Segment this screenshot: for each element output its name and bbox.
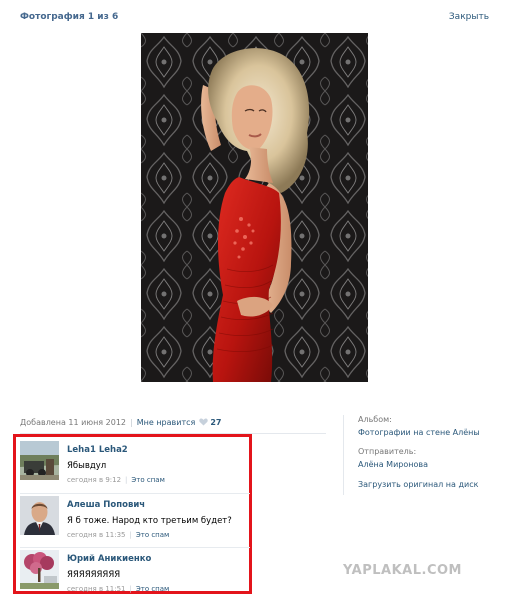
avatar[interactable] (20, 496, 59, 535)
comment-footer: сегодня в 11:51 | Это спам (67, 585, 169, 593)
report-spam-link[interactable]: Это спам (136, 531, 169, 539)
comments-highlight-box: Leha1 Leha2 Ябывдул сегодня в 9:12 | Это с… (13, 434, 252, 594)
comment-item: Leha1 Leha2 Ябывдул сегодня в 9:12 | Это с… (20, 441, 244, 493)
comment-footer: сегодня в 9:12 | Это спам (67, 476, 165, 484)
watermark: YAPLAKAL.COM (343, 563, 462, 578)
comment-author[interactable]: Leha1 Leha2 (67, 445, 128, 455)
close-link[interactable]: Закрыть (449, 12, 489, 22)
photo-woman-red-dress (141, 33, 368, 382)
album-info: Альбом: Фотографии на стене Алёны (358, 415, 480, 437)
heart-icon[interactable] (199, 418, 209, 428)
comment-footer: сегодня в 11:35 | Это спам (67, 531, 169, 539)
sender-info: Отправитель: Алёна Миронова (358, 447, 428, 469)
meta-separator: | (130, 418, 133, 427)
sender-link[interactable]: Алёна Миронова (358, 460, 428, 469)
album-label: Альбом: (358, 415, 392, 424)
comment-time[interactable]: сегодня в 11:35 (67, 531, 126, 539)
avatar[interactable] (20, 550, 59, 589)
comment-time[interactable]: сегодня в 11:51 (67, 585, 126, 593)
comment-text: Я б тоже. Народ кто третьим будет? (67, 516, 232, 526)
report-spam-link[interactable]: Это спам (136, 585, 169, 593)
comment-text: ЯЯЯЯЯЯЯЯЯ (67, 570, 121, 580)
comment-item: Алеша Попович Я б тоже. Народ кто третьи… (20, 493, 250, 548)
comment-time[interactable]: сегодня в 9:12 (67, 476, 121, 484)
comment-author[interactable]: Алеша Попович (67, 500, 145, 510)
sidebar-divider (343, 415, 344, 495)
avatar[interactable] (20, 441, 59, 480)
like-button[interactable]: Мне нравится (137, 418, 196, 427)
download-original-link[interactable]: Загрузить оригинал на диск (358, 480, 478, 489)
footer-separator: | (125, 476, 128, 484)
report-spam-link[interactable]: Это спам (131, 476, 164, 484)
album-link[interactable]: Фотографии на стене Алёны (358, 428, 480, 437)
download-info: Загрузить оригинал на диск (358, 480, 478, 489)
photo-counter-title: Фотография 1 из 6 (20, 12, 119, 22)
footer-separator: | (129, 585, 132, 593)
sender-label: Отправитель: (358, 447, 417, 456)
added-date: Добавлена 11 июня 2012 (20, 418, 127, 427)
main-photo[interactable] (141, 33, 368, 382)
footer-separator: | (129, 531, 132, 539)
photo-meta: Добавлена 11 июня 2012 | Мне нравится 27 (20, 418, 221, 428)
like-count[interactable]: 27 (210, 418, 221, 427)
comment-author[interactable]: Юрий Аникиенко (67, 554, 151, 564)
comment-item: Юрий Аникиенко ЯЯЯЯЯЯЯЯЯ сегодня в 11:51… (20, 547, 250, 600)
comment-text: Ябывдул (67, 461, 107, 471)
